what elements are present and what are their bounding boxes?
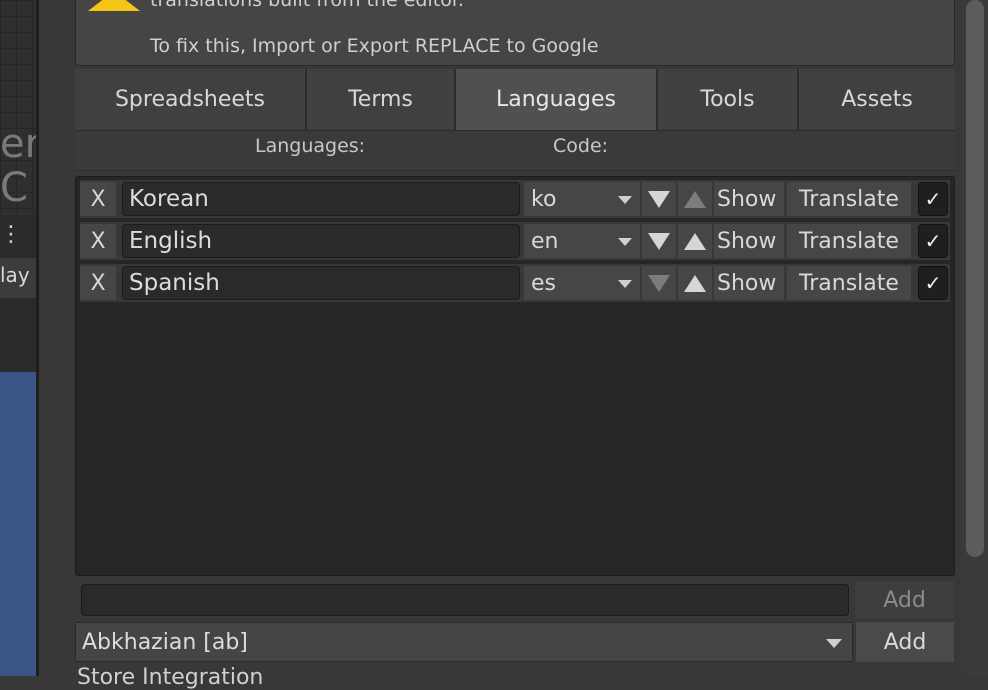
section-heading-store-integration: Store Integration [77,665,264,690]
tab-languages[interactable]: Languages [456,69,658,131]
language-name-input[interactable]: Spanish [122,266,520,300]
chevron-down-icon [618,196,632,204]
warning-text-line1: translations built from the editor. [150,0,464,11]
language-enabled-checkbox[interactable]: ✓ [918,182,948,216]
chevron-down-icon [618,280,632,288]
arrow-down-icon [648,190,670,208]
add-language-button[interactable]: Add [856,622,954,662]
language-code-value: es [531,270,556,296]
tab-spreadsheets[interactable]: Spreadsheets [75,69,307,131]
arrow-down-icon [648,274,670,292]
arrow-up-icon [684,190,706,208]
remove-language-button[interactable]: X [80,182,116,216]
translate-button[interactable]: Translate [787,182,911,216]
add-custom-language-button[interactable]: Add [855,581,954,619]
chevron-down-icon [826,639,842,648]
show-button[interactable]: Show [714,182,784,216]
language-code-dropdown[interactable]: es [524,266,640,300]
warning-icon [88,0,140,11]
arrow-up-icon [684,274,706,292]
move-up-button[interactable] [678,224,712,258]
language-code-dropdown[interactable]: ko [524,182,640,216]
custom-language-input[interactable] [81,584,849,616]
show-button[interactable]: Show [714,224,784,258]
translate-button[interactable]: Translate [787,224,911,258]
move-down-button[interactable] [642,182,676,216]
play-label[interactable]: lay [0,263,30,287]
languages-header: Languages: [255,135,366,157]
language-select-dropdown[interactable]: Abkhazian [ab] [75,622,853,662]
translate-button[interactable]: Translate [787,266,911,300]
arrow-down-icon [648,232,670,250]
panel-divider [36,0,39,676]
tab-assets[interactable]: Assets [799,69,955,131]
language-row: X Spanish es Show Translate ✓ [80,264,950,302]
language-row: X English en Show Translate ✓ [80,222,950,260]
move-up-button[interactable] [678,266,712,300]
tab-terms[interactable]: Terms [307,69,456,131]
move-down-button[interactable] [642,224,676,258]
column-header-bar [75,131,955,171]
show-button[interactable]: Show [714,266,784,300]
language-code-dropdown[interactable]: en [524,224,640,258]
language-select-value: Abkhazian [ab] [82,629,248,655]
code-header: Code: [553,135,609,157]
language-code-value: en [531,228,559,254]
move-up-button[interactable] [678,182,712,216]
game-view [0,372,36,676]
scene-label: er C [0,122,36,210]
chevron-down-icon [618,238,632,246]
warning-text-line2: To fix this, Import or Export REPLACE to… [150,35,599,57]
language-name-input[interactable]: Korean [122,182,520,216]
scrollbar-thumb[interactable] [966,0,984,557]
warning-box: translations built from the editor. To f… [75,0,955,66]
language-enabled-checkbox[interactable]: ✓ [918,266,948,300]
remove-language-button[interactable]: X [80,266,116,300]
language-code-value: ko [531,186,557,212]
language-enabled-checkbox[interactable]: ✓ [918,224,948,258]
kebab-menu-icon[interactable]: ⋮ [0,222,22,247]
move-down-button[interactable] [642,266,676,300]
language-name-input[interactable]: English [122,224,520,258]
tab-tools[interactable]: Tools [658,69,799,131]
arrow-up-icon [684,232,706,250]
remove-language-button[interactable]: X [80,224,116,258]
language-row: X Korean ko Show Translate ✓ [80,180,950,218]
